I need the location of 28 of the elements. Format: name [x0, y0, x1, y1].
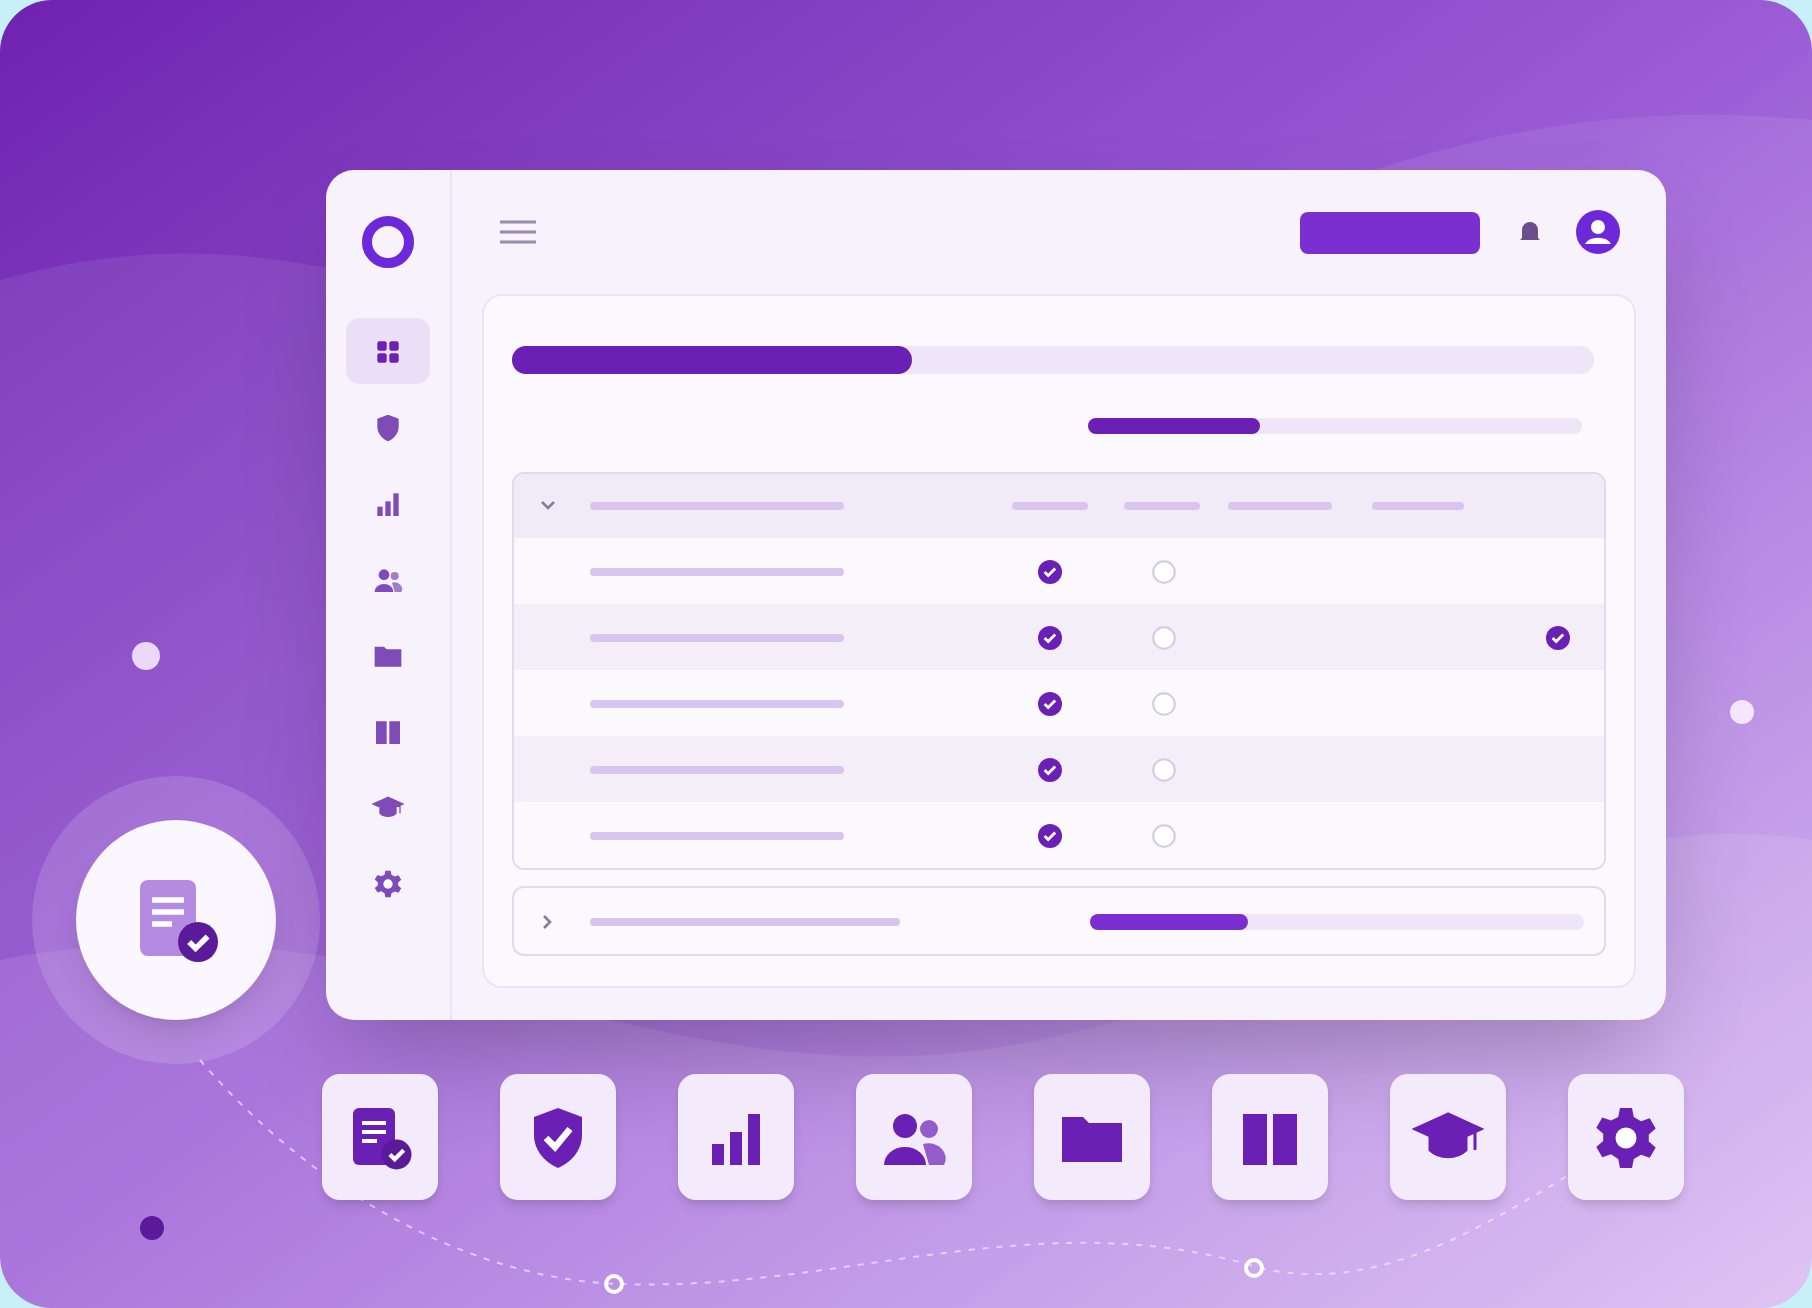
checked-circle-icon[interactable] — [1038, 626, 1062, 650]
notification-bell-icon[interactable] — [1516, 218, 1544, 246]
feature-tile[interactable] — [678, 1074, 794, 1200]
feature-tile[interactable] — [322, 1074, 438, 1200]
feature-tile[interactable] — [1568, 1074, 1684, 1200]
logo-icon — [360, 214, 416, 270]
feature-tile[interactable] — [1212, 1074, 1328, 1200]
graduation-cap-icon — [372, 791, 404, 823]
feature-tile[interactable] — [856, 1074, 972, 1200]
collapsed-group-row[interactable] — [512, 886, 1606, 956]
users-icon — [372, 563, 404, 595]
book-icon — [372, 715, 404, 747]
sidebar-item[interactable] — [346, 318, 430, 384]
feature-tile[interactable] — [1390, 1074, 1506, 1200]
checked-circle-icon[interactable] — [1546, 626, 1570, 650]
feature-tile[interactable] — [1034, 1074, 1150, 1200]
shield-icon — [372, 411, 404, 443]
checked-circle-icon[interactable] — [1038, 824, 1062, 848]
checked-circle-icon[interactable] — [1038, 560, 1062, 584]
checked-circle-icon[interactable] — [1038, 692, 1062, 716]
grid-icon — [372, 335, 404, 367]
gear-icon — [372, 867, 404, 899]
feature-tile[interactable] — [500, 1074, 616, 1200]
checked-circle-icon[interactable] — [1038, 758, 1062, 782]
menu-icon[interactable] — [498, 218, 538, 246]
bar-chart-icon — [372, 487, 404, 519]
user-avatar-icon[interactable] — [1576, 210, 1620, 254]
primary-button[interactable] — [1300, 211, 1480, 253]
